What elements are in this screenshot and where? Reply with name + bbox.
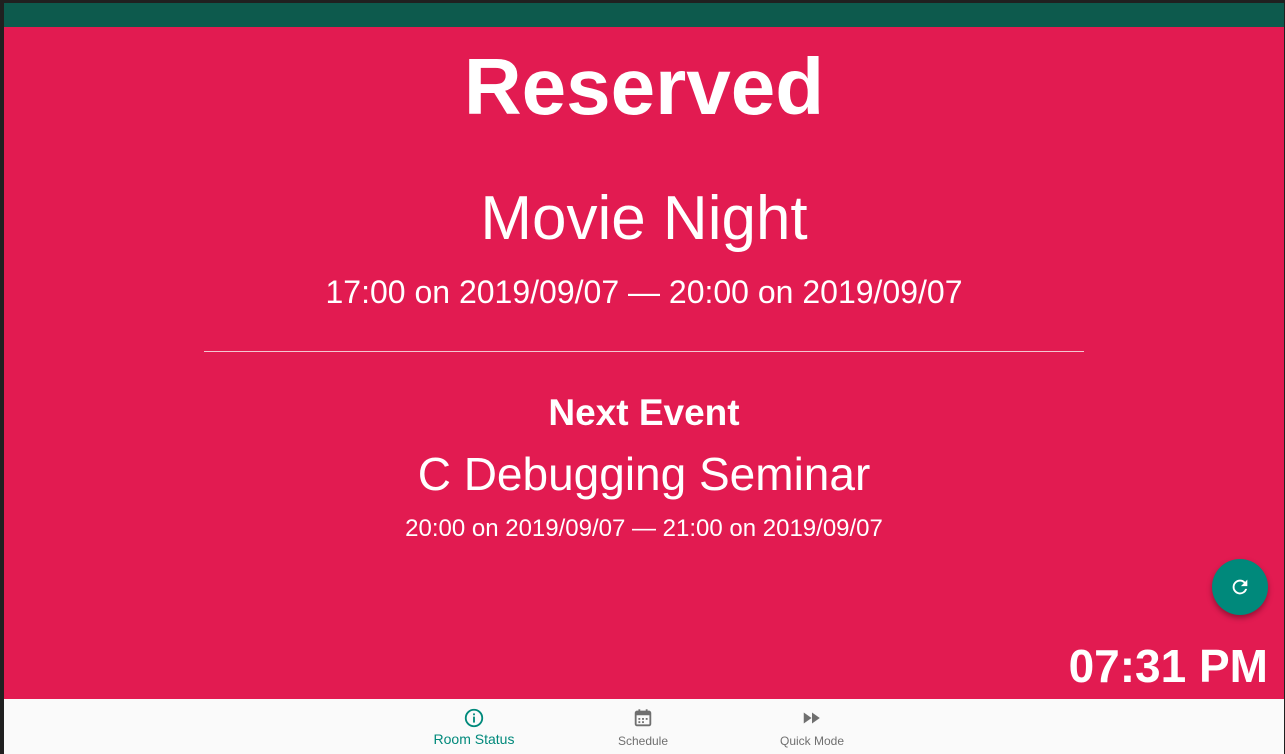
nav-item-room-status[interactable]: Room Status xyxy=(389,699,559,754)
device-frame: Reserved Movie Night 17:00 on 2019/09/07… xyxy=(0,0,1285,754)
room-status-heading: Reserved xyxy=(463,42,825,131)
refresh-icon xyxy=(1232,579,1248,595)
nav-item-label: Quick Mode xyxy=(779,734,845,748)
refresh-button[interactable] xyxy=(1212,559,1268,615)
status-bar xyxy=(4,3,1284,27)
clock: 07:31 PM xyxy=(1068,640,1268,692)
next-event-label: Next Event xyxy=(548,392,740,433)
next-event-title: C Debugging Seminar xyxy=(417,448,871,500)
calendar-icon xyxy=(632,707,654,729)
nav-item-label: Room Status xyxy=(433,731,515,747)
divider xyxy=(204,351,1084,352)
current-event-time: 17:00 on 2019/09/07 — 20:00 on 2019/09/0… xyxy=(325,274,963,310)
app-screen: Reserved Movie Night 17:00 on 2019/09/07… xyxy=(4,3,1284,754)
room-status-panel: Reserved Movie Night 17:00 on 2019/09/07… xyxy=(4,27,1284,699)
nav-item-label: Schedule xyxy=(617,734,669,748)
info-icon xyxy=(463,707,485,729)
bottom-navigation: Room Status Schedule Quick Mode xyxy=(4,699,1284,754)
current-event-title: Movie Night xyxy=(480,184,808,253)
fast-forward-icon xyxy=(801,707,823,729)
next-event-time: 20:00 on 2019/09/07 — 21:00 on 2019/09/0… xyxy=(405,515,883,542)
nav-item-quick-mode[interactable]: Quick Mode xyxy=(727,699,897,754)
nav-item-schedule[interactable]: Schedule xyxy=(558,699,728,754)
